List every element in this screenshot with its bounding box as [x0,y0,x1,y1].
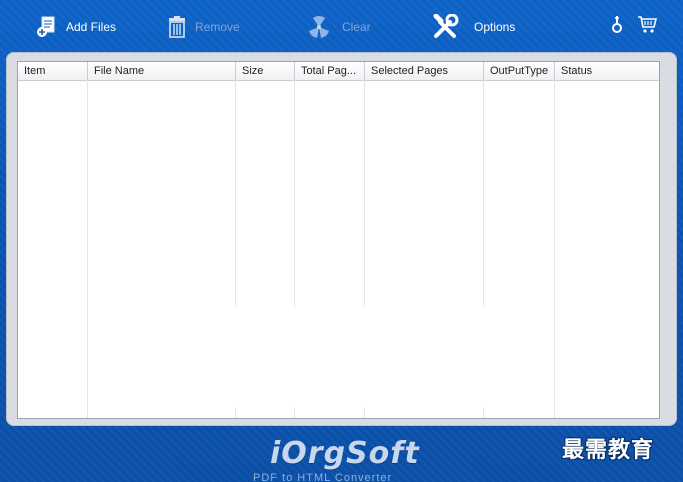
clear-button[interactable]: Clear [304,12,371,42]
clear-icon [304,15,334,39]
table-body-blank [228,307,508,407]
brand-logo: iOrgSoft [270,436,420,471]
app-window: Add Files Remove Clear Options Item File… [0,0,683,482]
column-header-item[interactable]: Item [18,62,88,80]
file-list-table[interactable]: Item File Name Size Total Pag... Selecte… [17,61,660,419]
column-header-size[interactable]: Size [236,62,295,80]
remove-button[interactable]: Remove [167,12,240,42]
column-header-status[interactable]: Status [555,62,659,80]
trash-icon [167,15,187,39]
add-files-icon [36,15,58,39]
column-header-output-type[interactable]: OutPutType [484,62,555,80]
watermark-text: 最需教育 [562,437,655,463]
column-divider [554,80,555,418]
column-header-file-name[interactable]: File Name [88,62,236,80]
column-divider [87,80,88,418]
toolbar: Add Files Remove Clear Options [0,0,683,54]
clear-label: Clear [342,20,371,34]
add-files-button[interactable]: Add Files [36,12,116,42]
remove-label: Remove [195,20,240,34]
options-label: Options [474,20,516,34]
product-subtitle: PDF to HTML Converter [253,472,393,482]
column-header-total-pages[interactable]: Total Pag... [295,62,365,80]
cart-icon [637,16,658,38]
buy-button[interactable] [637,14,658,39]
table-header: Item File Name Size Total Pag... Selecte… [18,62,659,81]
add-files-label: Add Files [66,20,117,34]
help-icon [610,16,624,38]
column-header-selected-pages[interactable]: Selected Pages [365,62,484,80]
tools-icon [432,14,460,40]
help-button[interactable] [610,14,624,39]
options-button[interactable]: Options [432,12,515,42]
